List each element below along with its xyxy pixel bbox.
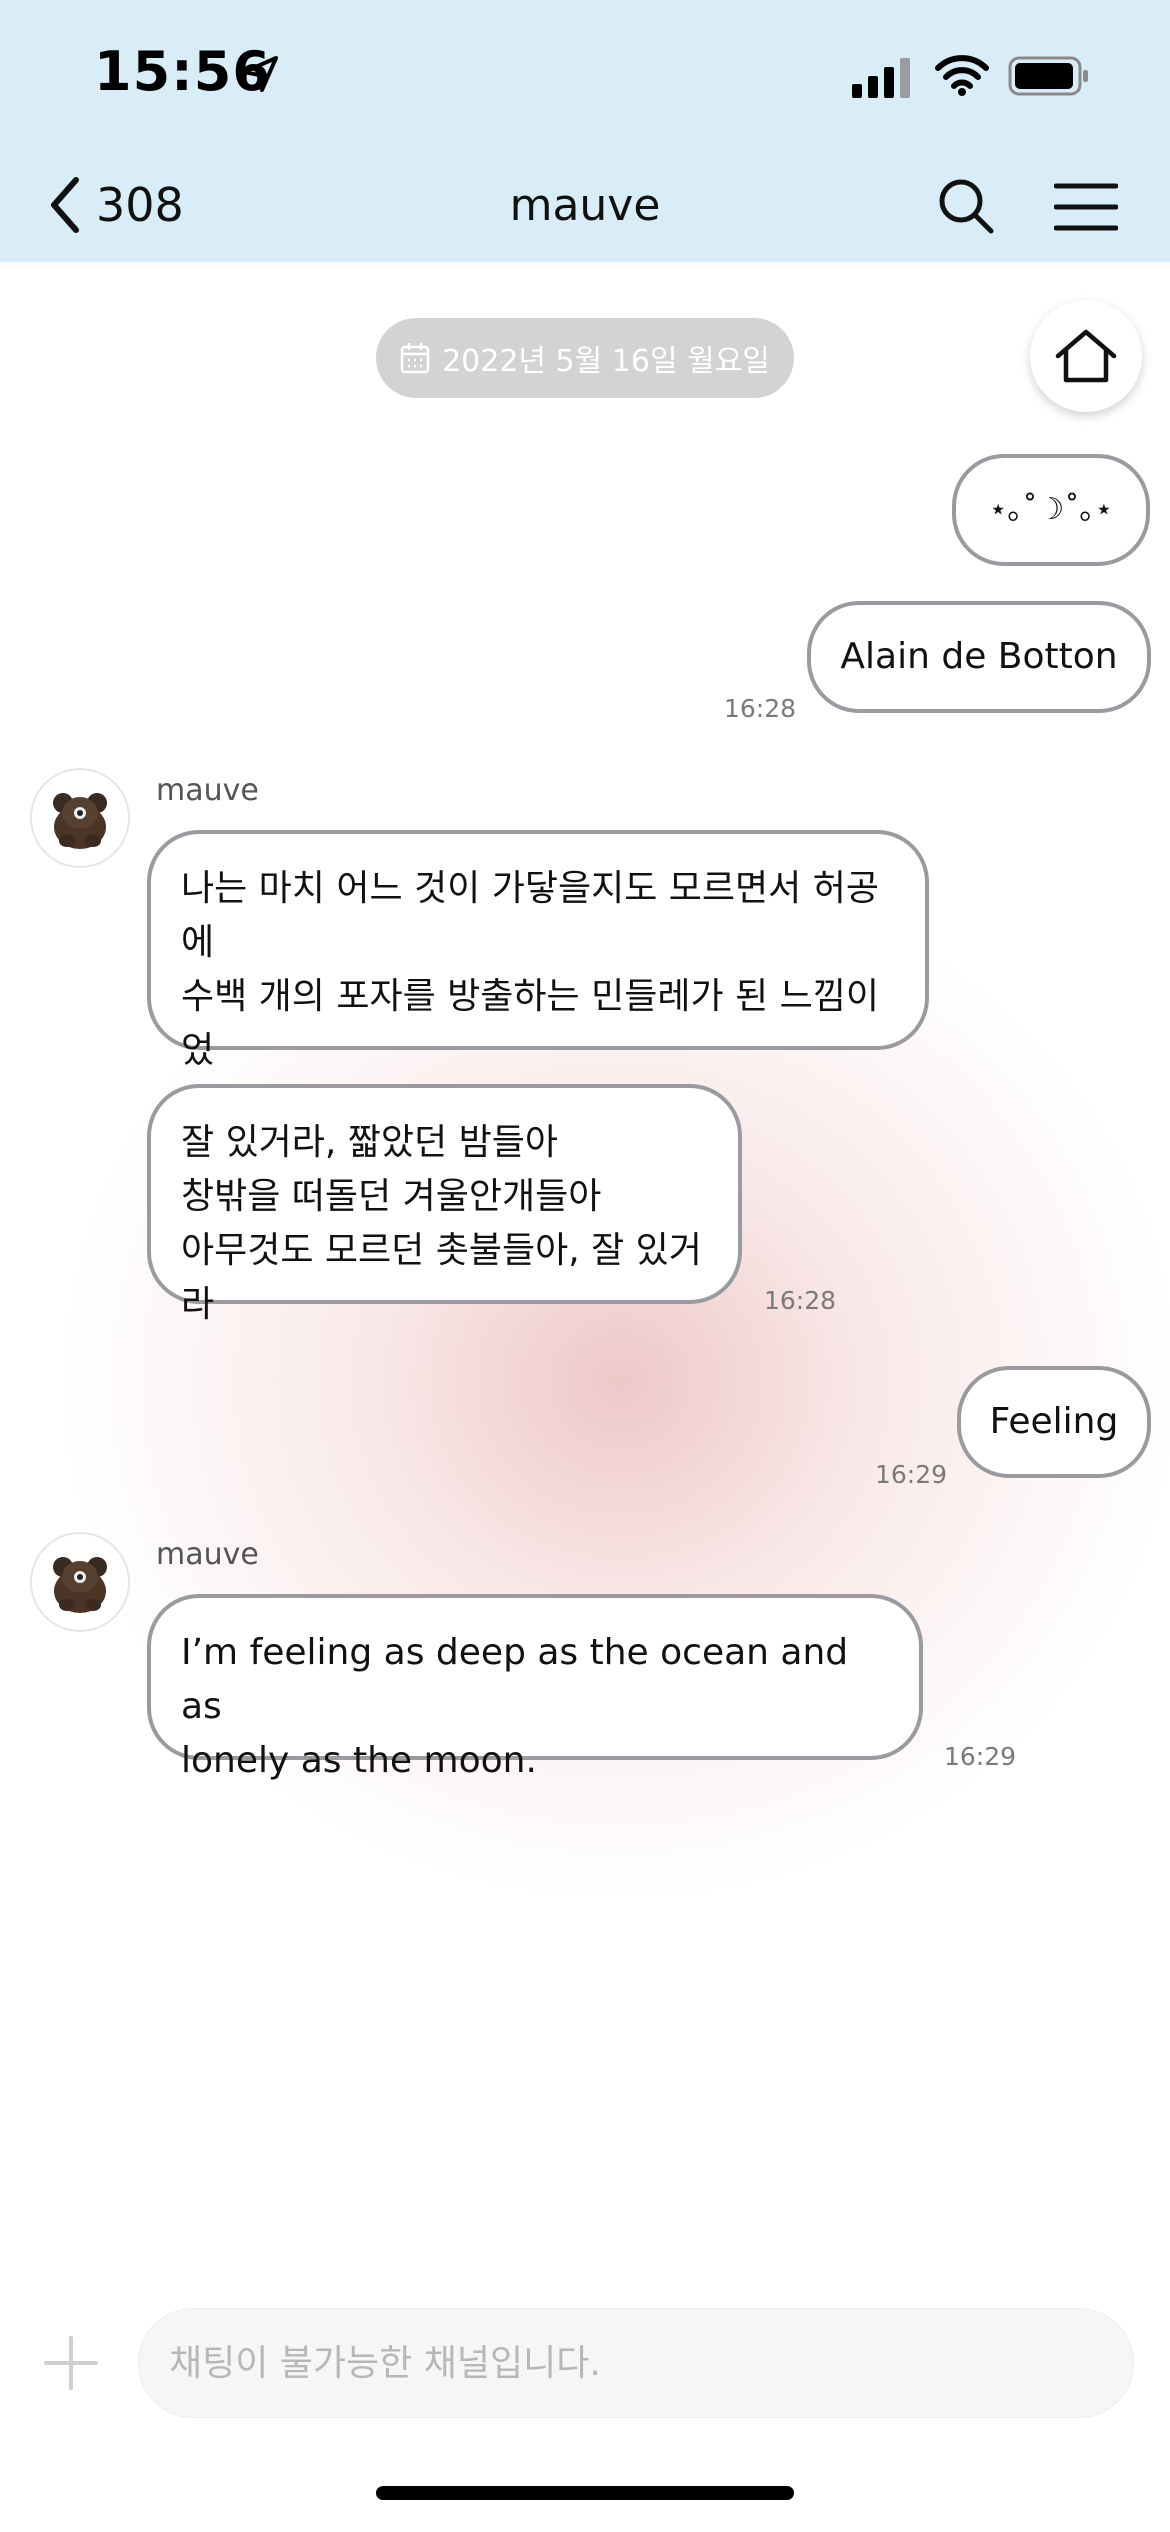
menu-icon[interactable] xyxy=(1054,182,1118,232)
wifi-icon xyxy=(935,55,989,96)
sender-name: mauve xyxy=(156,1537,259,1572)
bear-avatar-icon xyxy=(53,793,107,849)
date-divider: 2022년 5월 16일 월요일 xyxy=(376,318,794,398)
message-timestamp: 16:29 xyxy=(875,1460,948,1489)
home-indicator xyxy=(376,2486,794,2500)
calendar-icon xyxy=(400,343,430,374)
message-bubble-incoming[interactable]: 나는 마치 어느 것이 가닿을지도 모르면서 허공에 수백 개의 포자를 방출하… xyxy=(147,830,929,1125)
message-timestamp: 16:29 xyxy=(944,1742,1017,1771)
message-timestamp: 16:28 xyxy=(764,1286,837,1315)
header: 15:56 308 mauve xyxy=(0,0,1170,262)
home-button[interactable] xyxy=(1030,300,1142,412)
sender-avatar[interactable] xyxy=(30,1532,130,1632)
sender-name: mauve xyxy=(156,773,259,808)
bear-avatar-icon xyxy=(53,1557,107,1613)
date-label: 2022년 5월 16일 월요일 xyxy=(442,344,770,379)
plus-icon[interactable] xyxy=(42,2334,100,2392)
message-bubble-incoming[interactable]: 잘 있거라, 짧았던 밤들아 창밖을 떠돌던 겨울안개들아 아무것도 모르던 촛… xyxy=(147,1084,742,1325)
message-bubble-outgoing[interactable]: Alain de Botton xyxy=(807,601,1151,713)
sender-avatar[interactable] xyxy=(30,768,130,868)
message-bubble-outgoing[interactable]: ⋆｡˚☽˚｡⋆ xyxy=(952,454,1150,566)
battery-icon xyxy=(1008,56,1088,96)
location-arrow-icon xyxy=(242,56,278,92)
message-bubble-incoming[interactable]: I’m feeling as deep as the ocean and as … xyxy=(147,1594,923,1781)
cellular-signal-icon xyxy=(852,58,910,98)
search-icon[interactable] xyxy=(936,176,996,236)
message-timestamp: 16:28 xyxy=(724,694,797,723)
home-icon xyxy=(1055,329,1117,383)
message-bubble-outgoing[interactable]: Feeling xyxy=(957,1366,1151,1478)
message-input[interactable] xyxy=(138,2308,1134,2418)
